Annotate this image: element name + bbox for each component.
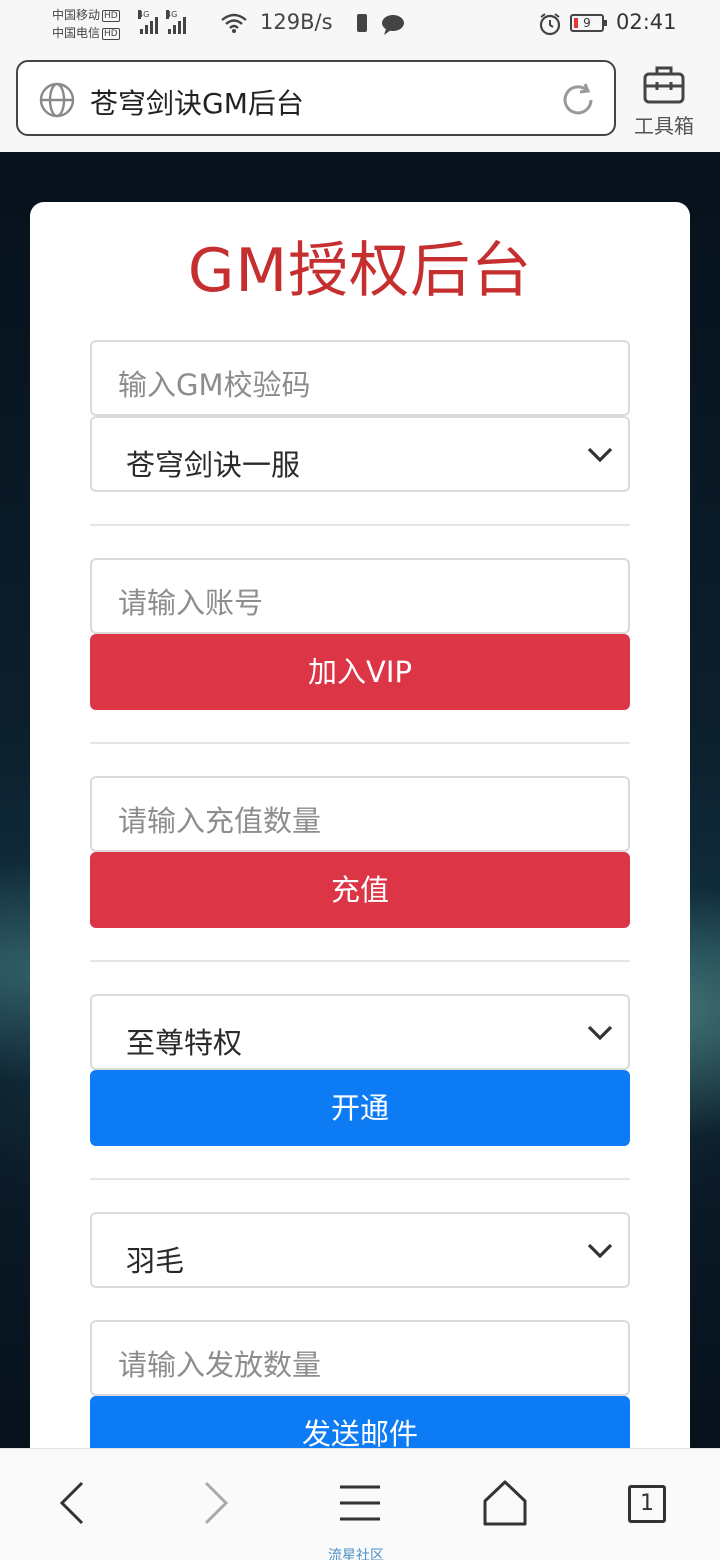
divider bbox=[90, 524, 630, 526]
signal-icons: 4G 4G bbox=[138, 10, 186, 34]
reload-icon[interactable] bbox=[558, 80, 598, 120]
divider bbox=[90, 1178, 630, 1180]
battery-icon: 9 bbox=[570, 14, 607, 32]
panel-title: GM授权后台 bbox=[187, 236, 533, 306]
page-background: GM授权后台 输入GM校验码 苍穹剑诀一服 请输入账号 加入VIP 请输入充值数… bbox=[0, 152, 720, 1448]
globe-icon bbox=[39, 82, 75, 118]
recharge-button[interactable]: 充值 bbox=[90, 852, 630, 928]
hd-badge: HD bbox=[102, 27, 120, 40]
message-icon bbox=[382, 15, 404, 35]
item-select[interactable]: 羽毛 bbox=[90, 1212, 630, 1288]
toolbox-icon bbox=[643, 66, 685, 104]
sim-icon bbox=[357, 14, 367, 32]
privilege-select[interactable]: 至尊特权 bbox=[90, 994, 630, 1070]
clock: 02:41 bbox=[616, 10, 677, 34]
network-type: 4G bbox=[166, 10, 178, 19]
home-icon[interactable] bbox=[482, 1479, 528, 1527]
address-bar[interactable]: 苍穹剑诀GM后台 bbox=[16, 60, 616, 136]
network-type: 4G bbox=[138, 10, 150, 19]
signal-icon: 4G bbox=[166, 10, 186, 34]
watermark: 流星社区 bbox=[328, 1548, 384, 1560]
server-select-value: 苍穹剑诀一服 bbox=[126, 448, 301, 482]
status-bar: 中国移动 HD 中国电信 HD 4G 4G 129B/s 9 02:41 bbox=[0, 0, 720, 50]
privilege-select-value: 至尊特权 bbox=[126, 1026, 243, 1060]
bottom-navigation: 1 流星社区 bbox=[0, 1448, 720, 1560]
add-vip-button[interactable]: 加入VIP bbox=[90, 634, 630, 710]
back-icon[interactable] bbox=[56, 1479, 88, 1527]
wifi-icon bbox=[221, 13, 247, 33]
toolbox-button[interactable]: 工具箱 bbox=[628, 64, 700, 139]
forward-icon[interactable] bbox=[200, 1479, 232, 1527]
carrier-1: 中国移动 bbox=[52, 8, 101, 22]
activate-button[interactable]: 开通 bbox=[90, 1070, 630, 1146]
divider bbox=[90, 960, 630, 962]
hd-badge: HD bbox=[102, 9, 120, 22]
chevron-down-icon bbox=[587, 1243, 613, 1259]
send-amount-placeholder: 请输入发放数量 bbox=[118, 1348, 322, 1382]
server-select[interactable]: 苍穹剑诀一服 bbox=[90, 416, 630, 492]
browser-toolbar: 苍穹剑诀GM后台 工具箱 bbox=[0, 50, 720, 152]
account-placeholder: 请输入账号 bbox=[118, 586, 264, 620]
toolbox-label: 工具箱 bbox=[634, 114, 694, 138]
item-select-value: 羽毛 bbox=[126, 1244, 185, 1278]
carrier-2: 中国电信 bbox=[52, 26, 101, 40]
gm-panel-card: GM授权后台 输入GM校验码 苍穹剑诀一服 请输入账号 加入VIP 请输入充值数… bbox=[30, 202, 690, 1448]
carrier-info: 中国移动 HD 中国电信 HD bbox=[52, 6, 120, 42]
tab-count: 1 bbox=[640, 1491, 654, 1516]
recharge-amount-input[interactable]: 请输入充值数量 bbox=[90, 776, 630, 852]
divider bbox=[90, 742, 630, 744]
account-input[interactable]: 请输入账号 bbox=[90, 558, 630, 634]
chevron-down-icon bbox=[587, 1025, 613, 1041]
signal-icon: 4G bbox=[138, 10, 158, 34]
send-mail-button[interactable]: 发送邮件 bbox=[90, 1396, 630, 1448]
page-title: 苍穹剑诀GM后台 bbox=[90, 87, 304, 120]
gm-code-placeholder: 输入GM校验码 bbox=[118, 368, 311, 402]
send-amount-input[interactable]: 请输入发放数量 bbox=[90, 1320, 630, 1396]
recharge-placeholder: 请输入充值数量 bbox=[118, 804, 322, 838]
gm-code-input[interactable]: 输入GM校验码 bbox=[90, 340, 630, 416]
network-speed: 129B/s bbox=[260, 10, 333, 34]
menu-icon[interactable] bbox=[338, 1479, 382, 1527]
battery-level: 9 bbox=[583, 16, 591, 30]
tabs-icon[interactable]: 1 bbox=[628, 1485, 666, 1523]
alarm-icon bbox=[539, 13, 561, 36]
chevron-down-icon bbox=[587, 447, 613, 463]
